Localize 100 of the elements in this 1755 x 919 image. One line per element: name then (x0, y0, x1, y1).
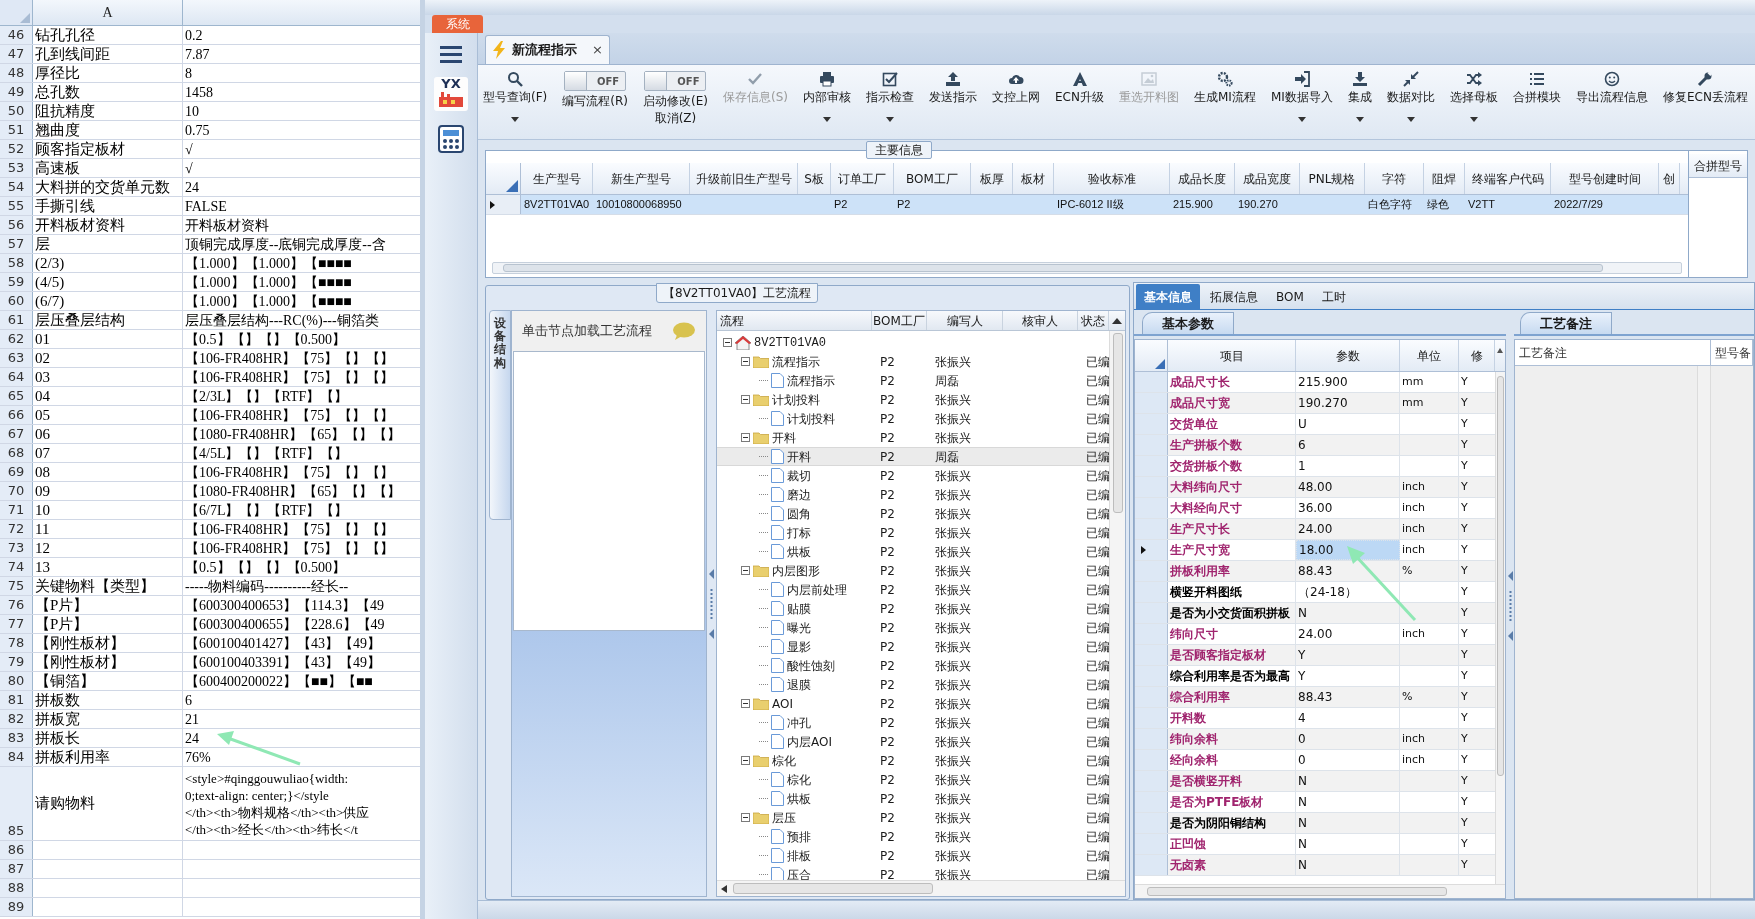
tree-row[interactable]: 流程指示 P2 张振兴 已编 (717, 352, 1109, 371)
side-tab[interactable]: 设备结构 (489, 310, 511, 520)
tree-row[interactable]: 冲孔 P2 张振兴 已编 (717, 713, 1109, 732)
table-cell[interactable]: 4 (1298, 709, 1306, 727)
tree-row[interactable]: 曝光 P2 张振兴 已编 (717, 618, 1109, 637)
tree-row[interactable]: 排板 P2 张振兴 已编 (717, 846, 1109, 865)
tree-row[interactable]: 内层AOI P2 张振兴 已编 (717, 732, 1109, 751)
column-header[interactable]: 参数 (1296, 340, 1400, 371)
row-number[interactable]: 71 (0, 501, 33, 519)
column-header[interactable]: 成品宽度 (1235, 163, 1300, 194)
vertical-scrollbar[interactable] (1495, 372, 1505, 884)
row-number[interactable]: 58 (0, 254, 33, 272)
tree-row[interactable]: 烘板 P2 张振兴 已编 (717, 789, 1109, 808)
collapse-icon[interactable] (741, 566, 750, 575)
toggle-switch[interactable]: OFF (564, 71, 627, 91)
tree-row[interactable]: 圆角 P2 张振兴 已编 (717, 504, 1109, 523)
document-tab[interactable]: 新流程指示 × (485, 35, 610, 64)
row-number[interactable]: 85 (0, 767, 33, 840)
row-number[interactable]: 74 (0, 558, 33, 576)
tree-row[interactable]: 磨边 P2 张振兴 已编 (717, 485, 1109, 504)
app-logo[interactable]: YX (434, 77, 468, 111)
collapse-icon[interactable] (741, 699, 750, 708)
table-cell[interactable]: 0 (1298, 730, 1306, 748)
row-number[interactable]: 88 (0, 879, 33, 897)
tab[interactable]: 工时 (1313, 284, 1354, 309)
column-header[interactable]: 订单工厂 (831, 163, 894, 194)
column-header[interactable]: 型号创建时间 (1551, 163, 1659, 194)
toolbar-button[interactable]: ECN升级 (1052, 71, 1107, 104)
row-number[interactable]: 67 (0, 425, 33, 443)
table-cell[interactable]: 88.43 (1298, 562, 1333, 580)
table-cell[interactable]: 6 (1298, 436, 1306, 454)
toolbar-button[interactable]: 型号查询(F) (480, 71, 551, 122)
horizontal-scrollbar[interactable] (492, 262, 1682, 274)
tree-row[interactable]: 烘板 P2 张振兴 已编 (717, 542, 1109, 561)
column-header[interactable]: S板 (798, 163, 831, 194)
row-number[interactable]: 49 (0, 83, 33, 101)
row-number[interactable]: 60 (0, 292, 33, 310)
tree-row[interactable]: 内层前处理 P2 张振兴 已编 (717, 580, 1109, 599)
vertical-scrollbar[interactable] (1697, 366, 1711, 898)
column-header[interactable]: 工艺备注 (1515, 340, 1711, 365)
table-cell[interactable]: 36.00 (1298, 499, 1333, 517)
row-number[interactable]: 68 (0, 444, 33, 462)
row-number[interactable]: 57 (0, 235, 33, 253)
scroll-up-icon[interactable] (1497, 348, 1503, 353)
collapse-icon[interactable] (723, 338, 732, 347)
column-header[interactable]: BOM工厂 (894, 163, 971, 194)
table-cell[interactable]: N (1298, 772, 1307, 790)
horizontal-scrollbar[interactable] (717, 880, 1125, 896)
tree-row[interactable]: 预排 P2 张振兴 已编 (717, 827, 1109, 846)
row-number[interactable]: 70 (0, 482, 33, 500)
toolbar-button[interactable]: 导出流程信息 (1572, 71, 1651, 104)
row-number[interactable]: 48 (0, 64, 33, 82)
column-header[interactable]: 生产型号 (521, 163, 593, 194)
column-header[interactable]: 升级前旧生产型号 (690, 163, 798, 194)
column-header[interactable]: 验收标准 (1054, 163, 1170, 194)
tab[interactable]: 拓展信息 (1202, 284, 1266, 309)
row-number[interactable]: 61 (0, 311, 33, 329)
row-number[interactable]: 53 (0, 159, 33, 177)
toolbar-button[interactable]: 合拼模块 (1509, 71, 1564, 104)
column-header[interactable]: PNL规格 (1300, 163, 1365, 194)
table-cell[interactable]: N (1298, 835, 1307, 853)
row-number[interactable]: 47 (0, 45, 33, 63)
row-number[interactable]: 51 (0, 121, 33, 139)
toolbar-button[interactable]: 数据对比 (1383, 71, 1438, 122)
tree-row[interactable]: 8V2TT01VA0 (717, 333, 1109, 352)
tree-row[interactable]: 酸性蚀刻 P2 张振兴 已编 (717, 656, 1109, 675)
table-cell[interactable]: 24.00 (1298, 625, 1333, 643)
column-header[interactable]: 状态 (1078, 311, 1109, 330)
table-cell[interactable]: Y (1298, 667, 1306, 685)
row-number[interactable]: 64 (0, 368, 33, 386)
horizontal-scrollbar[interactable] (1135, 884, 1505, 898)
row-number[interactable]: 59 (0, 273, 33, 291)
row-number[interactable]: 82 (0, 710, 33, 728)
vertical-scrollbar[interactable] (1109, 331, 1125, 880)
row-number[interactable]: 63 (0, 349, 33, 367)
column-header[interactable]: 项目 (1168, 340, 1296, 371)
row-number[interactable]: 73 (0, 539, 33, 557)
tree-row[interactable]: 退膜 P2 张振兴 已编 (717, 675, 1109, 694)
row-number[interactable]: 76 (0, 596, 33, 614)
toggle-switch[interactable]: OFF (644, 71, 707, 91)
table-cell[interactable]: N (1298, 604, 1307, 622)
collapse-icon[interactable] (741, 756, 750, 765)
row-number[interactable]: 80 (0, 672, 33, 690)
row-number[interactable]: 75 (0, 577, 33, 595)
table-cell[interactable]: N (1298, 814, 1307, 832)
calculator-icon[interactable] (437, 125, 465, 153)
tree-row[interactable]: 开料 P2 张振兴 已编 (717, 428, 1109, 447)
tree-row[interactable]: 计划投料 P2 张振兴 已编 (717, 409, 1109, 428)
table-cell[interactable]: 24.00 (1298, 520, 1333, 538)
column-header[interactable] (183, 0, 420, 25)
tree-row[interactable]: 计划投料 P2 张振兴 已编 (717, 390, 1109, 409)
table-cell[interactable]: 1 (1298, 457, 1306, 475)
row-number[interactable]: 55 (0, 197, 33, 215)
row-number[interactable]: 69 (0, 463, 33, 481)
collapse-icon[interactable] (741, 395, 750, 404)
tree-row[interactable]: 裁切 P2 张振兴 已编 (717, 466, 1109, 485)
row-number[interactable]: 50 (0, 102, 33, 120)
section-tab[interactable]: 基本参数 (1142, 312, 1234, 334)
column-header[interactable]: 编写人 (927, 311, 1003, 330)
tree-row[interactable]: 棕化 P2 张振兴 已编 (717, 770, 1109, 789)
